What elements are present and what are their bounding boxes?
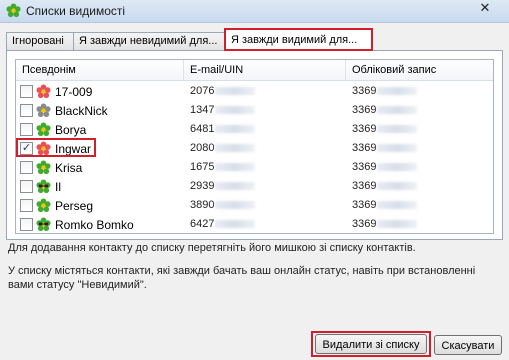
list-item[interactable]: ✓ Ingwar 2080 3369 [16,138,493,158]
status-flower-icon [36,160,51,175]
status-flower-icon [36,84,51,99]
redacted-mask [215,163,256,172]
list-item[interactable]: Perseg 3890 3369 [16,196,493,215]
list-item[interactable]: Il 2939 3369 [16,177,493,196]
contact-nickname: BlackNick [55,104,108,118]
list-item[interactable]: Borya 6481 3369 [16,120,493,139]
redacted-mask [377,201,418,210]
contact-nickname: Ingwar [55,142,92,156]
row-checkbox[interactable] [20,199,33,212]
remove-from-list-button[interactable]: Видалити зі списку [315,334,427,354]
contact-account: 3369 [352,199,418,211]
status-flower-icon [36,122,51,137]
contact-uin: 2939 [190,180,256,192]
window-title: Списки видимості [26,4,126,18]
redacted-mask [215,87,256,96]
status-flower-icon [36,217,51,232]
info-drag-hint: Для додавання контакту до списку перетяг… [8,242,416,254]
redacted-mask [377,220,418,229]
row-checkbox[interactable] [20,85,33,98]
contact-list[interactable]: Псевдонім E-mail/UIN Обліковий запис 17-… [15,59,494,234]
contact-uin: 3890 [190,199,256,211]
contact-account: 3369 [352,218,418,230]
list-rows: 17-009 2076 3369 BlackNick 1347 3369 Borya 6481… [16,82,493,233]
row-checkbox[interactable] [20,104,33,117]
contact-account: 3369 [352,161,418,173]
redacted-mask [377,163,418,172]
redacted-mask [377,125,418,134]
contact-account: 3369 [352,180,418,192]
redacted-mask [377,182,418,191]
status-flower-icon [36,141,51,156]
cancel-button[interactable]: Скасувати [434,335,502,355]
contact-nickname: Perseg [55,199,94,213]
contact-nickname: 17-009 [55,85,93,99]
contact-nickname: Krisa [55,161,83,175]
redacted-mask [215,144,256,153]
tab-panel: Псевдонім E-mail/UIN Обліковий запис 17-… [6,50,503,240]
redacted-mask [377,106,418,115]
contact-uin: 2076 [190,85,256,97]
redacted-mask [215,106,256,115]
title-bar: Списки видимості ✕ [0,0,509,23]
list-item[interactable]: Romko Bomko 6427 3369 [16,215,493,233]
redacted-mask [215,201,256,210]
contact-uin: 1675 [190,161,256,173]
contact-uin: 1347 [190,104,256,116]
tab-ignored[interactable]: Ігноровані [6,32,77,50]
tab-bar: Ігноровані Я завжди невидимий для... Я з… [6,28,503,51]
list-item[interactable]: BlackNick 1347 3369 [16,101,493,120]
redacted-mask [215,220,256,229]
row-checkbox[interactable] [20,161,33,174]
close-icon[interactable]: ✕ [471,0,499,16]
list-header: Псевдонім E-mail/UIN Обліковий запис [16,60,493,81]
redacted-mask [215,182,256,191]
icq-flower-icon [6,3,21,18]
contact-account: 3369 [352,104,418,116]
contact-account: 3369 [352,85,418,97]
contact-account: 3369 [352,142,418,154]
redacted-mask [377,87,418,96]
column-account[interactable]: Обліковий запис [346,60,493,80]
contact-uin: 6481 [190,123,256,135]
contact-nickname: Il [55,180,61,194]
info-description-line1: У списку містяться контакти, які завжди … [8,265,476,277]
redacted-mask [377,144,418,153]
row-checkbox[interactable] [20,218,33,231]
row-checkbox[interactable]: ✓ [20,142,33,155]
contact-account: 3369 [352,123,418,135]
tab-always-visible[interactable]: Я завжди видимий для... [224,28,373,51]
contact-uin: 6427 [190,218,256,230]
status-flower-icon [36,198,51,213]
row-checkbox[interactable] [20,123,33,136]
info-description-line2: вами статусу "Невидимий". [8,279,147,291]
list-item[interactable]: 17-009 2076 3369 [16,82,493,101]
contact-nickname: Romko Bomko [55,218,134,232]
row-checkbox[interactable] [20,180,33,193]
status-flower-icon [36,179,51,194]
contact-uin: 2080 [190,142,256,154]
list-item[interactable]: Krisa 1675 3369 [16,158,493,177]
contact-nickname: Borya [55,123,87,137]
tab-always-invisible[interactable]: Я завжди невидимий для... [73,32,226,50]
redacted-mask [215,125,256,134]
status-flower-icon [36,103,51,118]
column-email-uin[interactable]: E-mail/UIN [184,60,346,80]
column-nickname[interactable]: Псевдонім [16,60,184,80]
